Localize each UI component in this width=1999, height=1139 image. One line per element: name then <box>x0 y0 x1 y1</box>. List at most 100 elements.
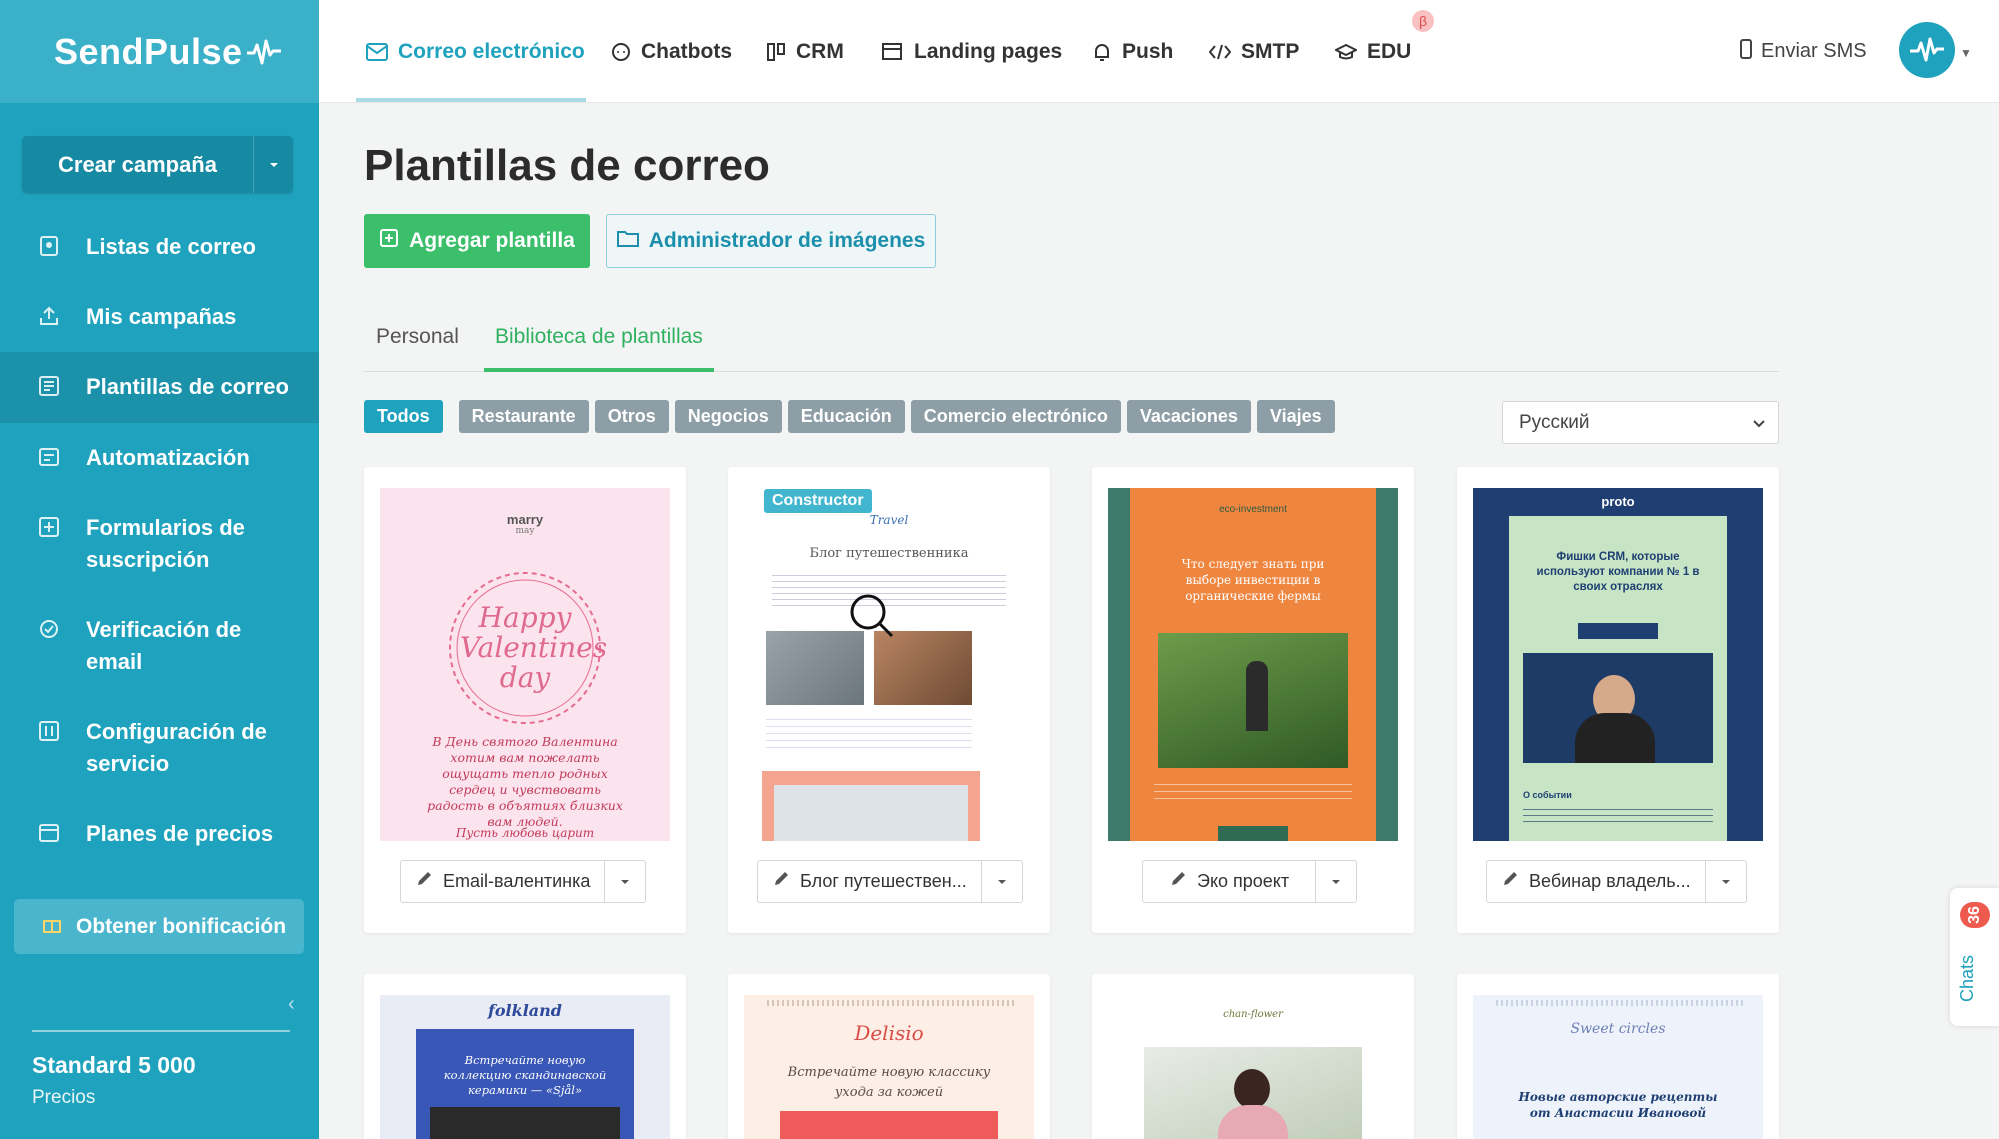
tab-landing-pages[interactable]: Landing pages <box>882 0 1062 103</box>
tab-email[interactable]: Correo electrónico <box>366 0 585 103</box>
template-card[interactable]: chan-flower <box>1092 974 1414 1139</box>
template-name-button[interactable]: Email-валентинка <box>400 860 647 903</box>
filter-chip[interactable]: Vacaciones <box>1126 400 1251 433</box>
template-card[interactable]: Delisio Встречайте новую классику ухода … <box>728 974 1050 1139</box>
tab-edu[interactable]: EDU <box>1335 0 1411 103</box>
edit-template[interactable]: Эко проект <box>1143 861 1317 902</box>
template-preview[interactable]: folkland Встречайте новую коллекцию скан… <box>380 995 670 1139</box>
create-campaign-label: Crear campaña <box>58 151 217 177</box>
thumb-text: Встречайте новую коллекцию скандинавской… <box>443 1053 607 1097</box>
sidebar-item-campaigns[interactable]: Mis campañas <box>0 282 319 352</box>
pulse-icon <box>246 39 281 64</box>
sidebar-item-label: Plantillas de correo <box>86 374 289 399</box>
chevron-down-icon[interactable] <box>1316 878 1356 886</box>
sidebar-divider <box>32 1030 290 1032</box>
sidebar-item-templates[interactable]: Plantillas de correo <box>0 352 319 423</box>
filter-chip[interactable]: Todos <box>364 400 443 433</box>
sidebar-item-label: Verificación de email <box>86 617 242 674</box>
tab-smtp[interactable]: SMTP <box>1209 0 1299 103</box>
thumb-brand: proto <box>1601 494 1635 509</box>
template-card[interactable]: marry may Happy Valentines day В День св… <box>364 467 686 933</box>
tab-edu-label: EDU <box>1367 39 1412 63</box>
thumb-title: Happy Valentines day <box>460 601 608 694</box>
chevron-down-icon[interactable] <box>1706 878 1746 886</box>
chevron-down-icon <box>1752 414 1766 436</box>
template-preview[interactable]: Travel Блог путешественника <box>744 488 1034 841</box>
template-name: Email-валентинка <box>443 871 591 891</box>
collapse-sidebar-icon[interactable]: ‹ <box>288 993 295 1016</box>
filter-chip[interactable]: Negocios <box>674 400 782 433</box>
logo[interactable]: SendPulse <box>54 31 281 73</box>
image-manager-button[interactable]: Administrador de imágenes <box>606 214 936 268</box>
template-name-button[interactable]: Вебинар владель... <box>1486 860 1747 903</box>
beta-badge: β <box>1412 10 1434 32</box>
landing-icon <box>882 42 904 62</box>
pencil-icon <box>772 870 790 893</box>
template-card[interactable]: eco-investment Что следует знать при выб… <box>1092 467 1414 933</box>
check-icon <box>36 616 62 642</box>
template-preview[interactable]: Delisio Встречайте новую классику ухода … <box>744 995 1034 1139</box>
thumb-caption-lines <box>766 713 972 753</box>
thumb-brand: eco-investment <box>1219 504 1287 515</box>
pulse-avatar-icon <box>1910 37 1944 62</box>
chats-widget[interactable]: 36 Chats <box>1950 888 1999 1026</box>
add-template-label: Agregar plantilla <box>409 229 575 252</box>
tab-chatbots[interactable]: Chatbots <box>611 0 732 103</box>
template-name-button[interactable]: Эко проект <box>1142 860 1358 903</box>
sidebar-item-settings[interactable]: Configuración de servicio <box>0 697 319 799</box>
sidebar-item-mailing-lists[interactable]: Listas de correo <box>0 212 319 282</box>
template-preview[interactable]: eco-investment Что следует знать при выб… <box>1108 488 1398 841</box>
template-name-button[interactable]: Блог путешествен... <box>757 860 1023 903</box>
language-select[interactable]: Русский <box>1502 401 1779 444</box>
sidebar-item-forms[interactable]: Formularios de suscripción <box>0 493 319 595</box>
automation-icon <box>36 444 62 470</box>
send-sms-link[interactable]: Enviar SMS <box>1739 0 1867 103</box>
thumb-photo <box>1523 653 1713 763</box>
bell-icon <box>1092 42 1112 62</box>
template-preview[interactable]: marry may Happy Valentines day В День св… <box>380 488 670 841</box>
bonus-button[interactable]: Obtener bonificación <box>14 899 304 954</box>
chevron-down-icon[interactable] <box>605 878 645 886</box>
thumb-photo <box>1158 633 1348 768</box>
tab-push[interactable]: Push <box>1092 0 1173 103</box>
edit-template[interactable]: Блог путешествен... <box>758 861 982 902</box>
template-preview[interactable]: proto Фишки CRM, которые используют комп… <box>1473 488 1763 841</box>
chevron-down-icon[interactable] <box>982 878 1022 886</box>
tab-email-label: Correo electrónico <box>398 39 585 63</box>
filter-chip[interactable]: Otros <box>594 400 669 433</box>
template-card[interactable]: folkland Встречайте новую коллекцию скан… <box>364 974 686 1139</box>
tab-library[interactable]: Biblioteca de plantillas <box>484 325 714 372</box>
template-card[interactable]: Travel Блог путешественника Constructor … <box>728 467 1050 933</box>
gift-icon <box>42 914 62 940</box>
avatar-chevron-down-icon[interactable]: ▼ <box>1960 46 1972 60</box>
tab-crm[interactable]: CRM <box>766 0 844 103</box>
create-campaign-button[interactable]: Crear campaña <box>22 136 293 193</box>
filter-chip[interactable]: Educación <box>787 400 905 433</box>
pricing-link[interactable]: Precios <box>32 1087 95 1109</box>
edit-template[interactable]: Вебинар владель... <box>1487 861 1706 902</box>
filter-chip[interactable]: Restaurante <box>458 400 589 433</box>
constructor-badge: Constructor <box>764 489 872 513</box>
edit-template[interactable]: Email-валентинка <box>401 861 606 902</box>
avatar[interactable] <box>1899 22 1955 78</box>
sidebar-item-pricing[interactable]: Planes de precios <box>0 799 319 869</box>
template-card[interactable]: Sweet circles Новые авторские рецепты от… <box>1457 974 1779 1139</box>
thumb-title: Что следует знать при выборе инвестиции … <box>1181 557 1325 603</box>
sidebar-item-verification[interactable]: Verificación de email <box>0 595 319 697</box>
template-preview[interactable]: chan-flower <box>1108 995 1398 1139</box>
template-preview[interactable]: Sweet circles Новые авторские рецепты от… <box>1473 995 1763 1139</box>
thumb-title: Блог путешественника <box>809 546 969 561</box>
sidebar-item-automation[interactable]: Automatización <box>0 423 319 493</box>
template-name: Блог путешествен... <box>800 871 967 891</box>
template-card[interactable]: proto Фишки CRM, которые используют комп… <box>1457 467 1779 933</box>
crm-icon <box>766 42 786 62</box>
filter-chip[interactable]: Viajes <box>1256 400 1335 433</box>
filter-chip[interactable]: Comercio electrónico <box>910 400 1121 433</box>
sidebar-item-label: Mis campañas <box>86 304 237 329</box>
tab-personal[interactable]: Personal <box>376 325 459 372</box>
active-tab-underline <box>356 98 586 102</box>
add-template-button[interactable]: Agregar plantilla <box>364 214 590 268</box>
chevron-down-icon[interactable] <box>253 136 293 193</box>
tab-smtp-label: SMTP <box>1241 39 1300 63</box>
image-manager-label: Administrador de imágenes <box>648 229 926 252</box>
